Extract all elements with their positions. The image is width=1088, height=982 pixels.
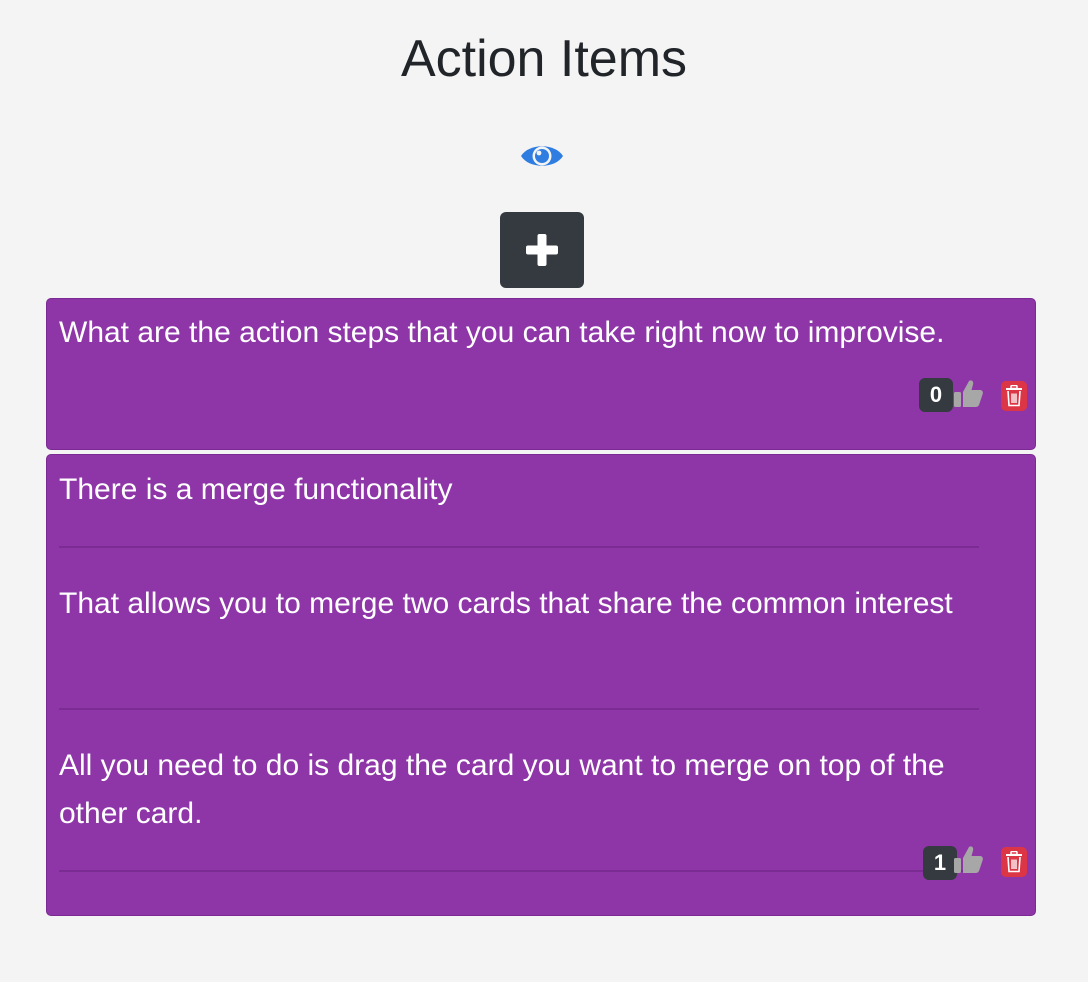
plus-icon — [526, 234, 558, 266]
add-card-button[interactable] — [500, 212, 584, 288]
toggle-visibility-button[interactable] — [519, 139, 565, 173]
trash-icon — [1006, 851, 1022, 873]
delete-card-button[interactable] — [1001, 381, 1027, 411]
card-item-text: All you need to do is drag the card you … — [59, 749, 945, 830]
thumbs-up-icon[interactable] — [952, 378, 984, 410]
card-item-text: That allows you to merge two cards that … — [59, 587, 953, 620]
card-item-text: There is a merge functionality — [59, 473, 453, 506]
item-divider — [59, 870, 979, 872]
action-item-card[interactable]: There is a merge functionality That allo… — [46, 454, 1036, 916]
page-title: Action Items — [400, 30, 688, 88]
delete-card-button[interactable] — [1001, 847, 1027, 877]
item-divider — [59, 546, 979, 548]
thumbs-up-icon[interactable] — [952, 844, 984, 876]
trash-icon — [1006, 385, 1022, 407]
vote-count-badge: 0 — [919, 378, 953, 412]
item-divider — [59, 708, 979, 710]
card-item-text: What are the action steps that you can t… — [59, 316, 945, 349]
eye-icon — [521, 146, 563, 166]
action-item-card[interactable]: What are the action steps that you can t… — [46, 298, 1036, 450]
